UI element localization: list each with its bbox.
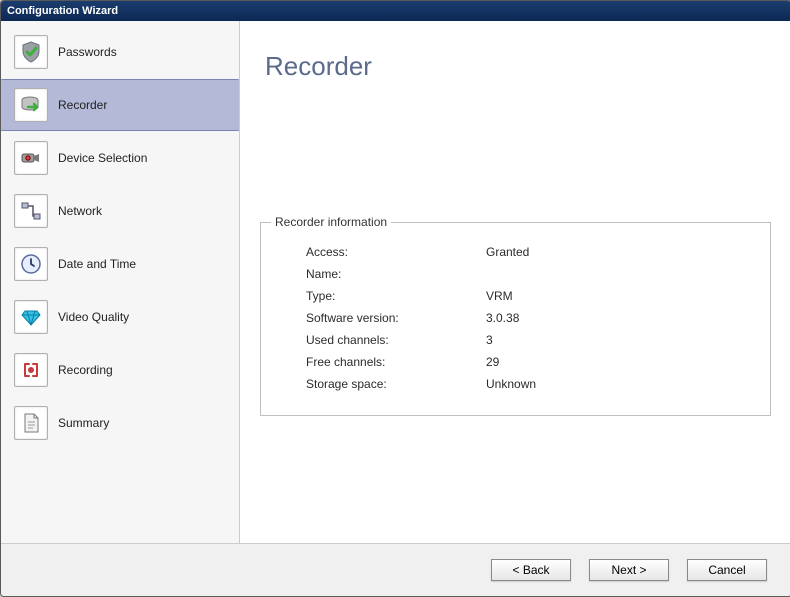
recorder-info-group: Recorder information Access: Granted Nam… [260, 222, 771, 416]
info-label: Software version: [286, 307, 486, 329]
info-label: Used channels: [286, 329, 486, 351]
sidebar-item-label: Recorder [58, 98, 107, 112]
sidebar-item-date-time[interactable]: Date and Time [1, 238, 239, 290]
gem-icon [14, 300, 48, 334]
sidebar-item-recording[interactable]: Recording [1, 344, 239, 396]
info-value: 3.0.38 [486, 307, 745, 329]
info-label: Access: [286, 241, 486, 263]
info-value [486, 263, 745, 285]
sidebar-item-label: Summary [58, 416, 109, 430]
group-title: Recorder information [271, 215, 391, 229]
info-row: Type: VRM [286, 285, 745, 307]
button-bar: < Back Next > Cancel [1, 543, 790, 596]
camera-icon [14, 141, 48, 175]
body: Passwords Recorder [1, 21, 790, 543]
next-button[interactable]: Next > [589, 559, 669, 581]
page-title: Recorder [265, 51, 790, 82]
info-label: Type: [286, 285, 486, 307]
content-area: Recorder Recorder information Access: Gr… [240, 21, 790, 543]
sidebar: Passwords Recorder [1, 21, 240, 543]
sidebar-item-recorder[interactable]: Recorder [1, 79, 239, 131]
info-value: Unknown [486, 373, 745, 395]
info-row: Access: Granted [286, 241, 745, 263]
info-row: Name: [286, 263, 745, 285]
sidebar-item-label: Recording [58, 363, 113, 377]
info-label: Storage space: [286, 373, 486, 395]
info-value: 3 [486, 329, 745, 351]
sidebar-item-label: Passwords [58, 45, 117, 59]
info-label: Name: [286, 263, 486, 285]
info-label: Free channels: [286, 351, 486, 373]
sidebar-item-passwords[interactable]: Passwords [1, 26, 239, 78]
record-icon [14, 353, 48, 387]
info-value: 29 [486, 351, 745, 373]
window-title: Configuration Wizard [1, 1, 790, 21]
info-row: Used channels: 3 [286, 329, 745, 351]
info-row: Storage space: Unknown [286, 373, 745, 395]
sidebar-item-label: Date and Time [58, 257, 136, 271]
info-row: Software version: 3.0.38 [286, 307, 745, 329]
sidebar-item-video-quality[interactable]: Video Quality [1, 291, 239, 343]
clock-icon [14, 247, 48, 281]
network-icon [14, 194, 48, 228]
sidebar-item-summary[interactable]: Summary [1, 397, 239, 449]
info-row: Free channels: 29 [286, 351, 745, 373]
window: Configuration Wizard Passwords [0, 0, 790, 597]
info-value: VRM [486, 285, 745, 307]
sidebar-item-network[interactable]: Network [1, 185, 239, 237]
info-value: Granted [486, 241, 745, 263]
sidebar-item-label: Video Quality [58, 310, 129, 324]
document-icon [14, 406, 48, 440]
sidebar-item-label: Device Selection [58, 151, 147, 165]
sidebar-item-label: Network [58, 204, 102, 218]
database-arrow-icon [14, 88, 48, 122]
back-button[interactable]: < Back [491, 559, 571, 581]
sidebar-item-device-selection[interactable]: Device Selection [1, 132, 239, 184]
shield-check-icon [14, 35, 48, 69]
cancel-button[interactable]: Cancel [687, 559, 767, 581]
